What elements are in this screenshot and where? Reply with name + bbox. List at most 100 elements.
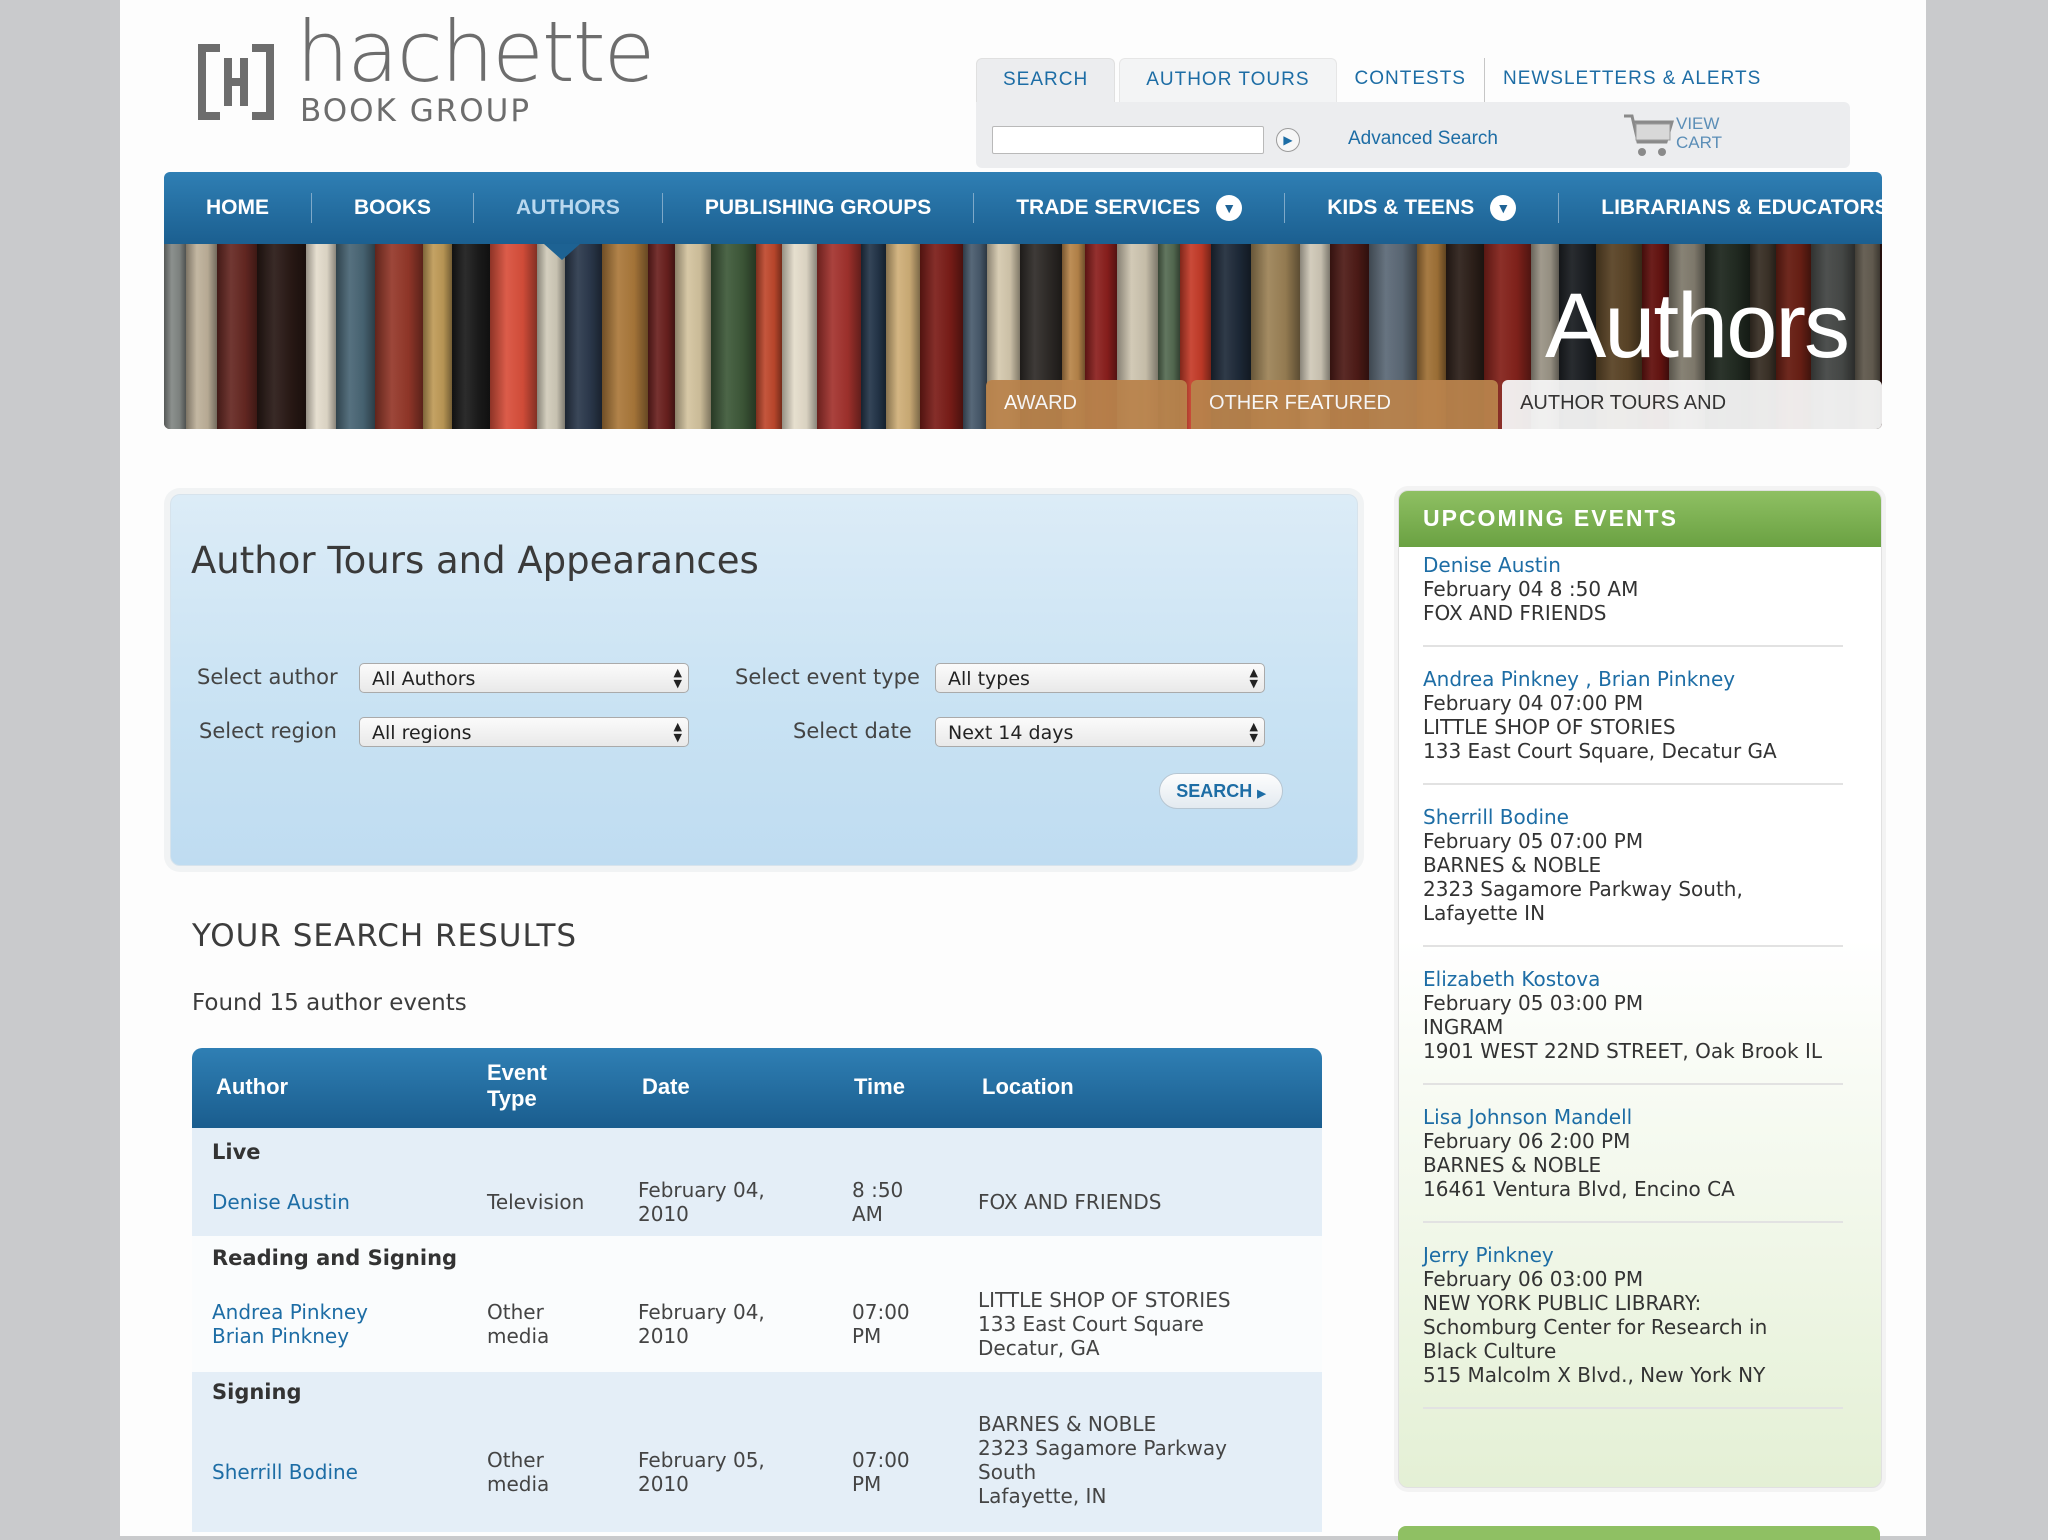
event-when: February 04 8 :50 AM: [1423, 577, 1639, 601]
event-type: Other media: [487, 1448, 549, 1496]
sidebar-header: UPCOMING EVENTS: [1399, 491, 1881, 547]
author-select[interactable]: All Authors ▲ ▼: [359, 663, 689, 693]
event-author-link[interactable]: Sherrill Bodine: [1423, 805, 1873, 829]
advanced-search-link[interactable]: Advanced Search: [1348, 128, 1498, 150]
nav-librarians-educators[interactable]: LIBRARIANS & EDUCATORS: [1559, 193, 1930, 223]
event-type: Other media: [487, 1300, 549, 1348]
upcoming-event: Lisa Johnson Mandell February 06 2:00 PM…: [1423, 1105, 1873, 1201]
nav-authors[interactable]: AUTHORS: [474, 193, 663, 223]
tab-search[interactable]: SEARCH: [976, 58, 1116, 107]
arrow-right-icon: ▶: [1257, 788, 1266, 800]
upcoming-events-sidebar: UPCOMING EVENTS Denise Austin February 0…: [1398, 490, 1882, 1488]
brand-name[interactable]: hachette: [296, 10, 655, 94]
event-location-line2: 133 East Court Square: [978, 1312, 1204, 1336]
nav-trade-services-label: TRADE SERVICES: [1016, 196, 1201, 219]
results-table: Author Event Type Date Time Location Liv…: [192, 1048, 1322, 1532]
event-detail: 1901 WEST 22ND STREET, Oak Brook IL: [1423, 1039, 1823, 1063]
chevron-down-icon[interactable]: ▼: [1490, 195, 1517, 221]
author-select-value: All Authors: [372, 668, 476, 690]
upcoming-event: Sherrill Bodine February 05 07:00 PM BAR…: [1423, 805, 1873, 925]
event-time-line2: PM: [852, 1472, 882, 1496]
event-time-line1: 07:00: [852, 1448, 910, 1472]
select-arrows-icon: ▲ ▼: [1249, 666, 1258, 690]
page: hachette BOOK GROUP SEARCH AUTHOR TOURS …: [120, 0, 1926, 1540]
nav-books[interactable]: BOOKS: [312, 193, 475, 223]
next-sidebar-box-edge: [1398, 1526, 1880, 1540]
event-detail: Schomburg Center for Research in: [1423, 1315, 1768, 1339]
search-input[interactable]: [992, 126, 1264, 154]
author-link[interactable]: Denise Austin: [212, 1190, 350, 1214]
col-time[interactable]: Time: [854, 1074, 905, 1100]
select-arrows-icon: ▲ ▼: [673, 666, 682, 690]
event-author-link[interactable]: Andrea Pinkney , Brian Pinkney: [1423, 667, 1873, 691]
results-heading: YOUR SEARCH RESULTS: [192, 918, 578, 954]
nav-kids-teens[interactable]: KIDS & TEENS ▼: [1285, 193, 1560, 223]
event-detail: LITTLE SHOP OF STORIES: [1423, 715, 1676, 739]
chevron-down-icon[interactable]: ▼: [1216, 195, 1243, 221]
divider: [1423, 645, 1843, 647]
shopping-cart-icon[interactable]: [1622, 112, 1674, 160]
event-detail: 16461 Ventura Blvd, Encino CA: [1423, 1177, 1735, 1201]
author-link[interactable]: Brian Pinkney: [212, 1324, 349, 1348]
table-row: Signing Sherrill Bodine Other media Febr…: [192, 1372, 1322, 1532]
event-time: 07:00 PM: [852, 1300, 910, 1348]
event-author-link[interactable]: Elizabeth Kostova: [1423, 967, 1873, 991]
tab-author-tours[interactable]: AUTHOR TOURS: [1119, 58, 1337, 107]
col-location[interactable]: Location: [982, 1074, 1074, 1100]
nav-home[interactable]: HOME: [164, 193, 312, 223]
event-detail: BARNES & NOBLE: [1423, 853, 1602, 877]
event-location: LITTLE SHOP OF STORIES 133 East Court Sq…: [978, 1288, 1231, 1360]
subtab-award-winners[interactable]: AWARD WINNERS: [986, 380, 1188, 429]
authors-banner: Authors AWARD WINNERS OTHER FEATURED AUT…: [164, 244, 1882, 429]
region-select-value: All regions: [372, 722, 472, 744]
event-type-select[interactable]: All types ▲ ▼: [935, 663, 1265, 693]
hachette-logo-icon[interactable]: [194, 40, 278, 124]
divider: [1423, 1221, 1843, 1223]
nav-trade-services[interactable]: TRADE SERVICES ▼: [974, 193, 1286, 223]
tab-contests[interactable]: CONTESTS: [1337, 58, 1484, 106]
event-time-line2: PM: [852, 1324, 882, 1348]
event-type-select-value: All types: [948, 668, 1030, 690]
search-button-label: SEARCH: [1176, 781, 1253, 801]
event-detail: 133 East Court Square, Decatur GA: [1423, 739, 1777, 763]
author-select-label: Select author: [197, 665, 338, 689]
sidebar-title: UPCOMING EVENTS: [1423, 505, 1678, 531]
event-author-link[interactable]: Denise Austin: [1423, 553, 1873, 577]
event-author-link[interactable]: Lisa Johnson Mandell: [1423, 1105, 1873, 1129]
subtab-other-featured-authors[interactable]: OTHER FEATURED AUTHORS: [1191, 380, 1499, 429]
event-detail: 2323 Sagamore Parkway South,: [1423, 877, 1743, 901]
author-link[interactable]: Andrea Pinkney: [212, 1300, 368, 1324]
date-select-label: Select date: [793, 719, 912, 743]
event-location: BARNES & NOBLE 2323 Sagamore Parkway Sou…: [978, 1412, 1227, 1508]
top-tabs: SEARCH AUTHOR TOURS CONTESTS NEWSLETTERS…: [976, 58, 1779, 107]
col-event-type[interactable]: Event Type: [487, 1060, 547, 1112]
search-button[interactable]: SEARCH ▶: [1159, 773, 1283, 809]
event-date-line2: 2010: [638, 1472, 689, 1496]
event-time: 07:00 PM: [852, 1448, 910, 1496]
event-detail: FOX AND FRIENDS: [1423, 601, 1607, 625]
event-detail: 515 Malcolm X Blvd., New York NY: [1423, 1363, 1766, 1387]
table-header: Author Event Type Date Time Location: [192, 1048, 1322, 1128]
main-nav: HOME BOOKS AUTHORS PUBLISHING GROUPS TRA…: [164, 172, 1889, 244]
event-detail: BARNES & NOBLE: [1423, 1153, 1602, 1177]
event-location-line3: South: [978, 1460, 1037, 1484]
col-author[interactable]: Author: [216, 1074, 288, 1100]
subtab-author-tours[interactable]: AUTHOR TOURS AND APPEARANCES: [1502, 380, 1882, 429]
event-category: Reading and Signing: [212, 1246, 458, 1270]
event-location: FOX AND FRIENDS: [978, 1190, 1162, 1214]
table-row: Reading and Signing Andrea Pinkney Brian…: [192, 1236, 1322, 1372]
nav-publishing-groups[interactable]: PUBLISHING GROUPS: [663, 193, 975, 223]
divider: [1423, 783, 1843, 785]
tab-newsletters-alerts[interactable]: NEWSLETTERS & ALERTS: [1483, 58, 1779, 106]
event-author-link[interactable]: Jerry Pinkney: [1423, 1243, 1873, 1267]
col-date[interactable]: Date: [642, 1074, 690, 1100]
arrow-right-icon[interactable]: ▶: [1276, 128, 1300, 152]
table-row: Live Denise Austin Television February 0…: [192, 1128, 1322, 1236]
region-select[interactable]: All regions ▲ ▼: [359, 717, 689, 747]
event-when: February 06 03:00 PM: [1423, 1267, 1644, 1291]
author-link[interactable]: Sherrill Bodine: [212, 1460, 358, 1484]
view-cart-link[interactable]: VIEW CART: [1676, 114, 1736, 152]
date-select[interactable]: Next 14 days ▲ ▼: [935, 717, 1265, 747]
upcoming-event: Jerry Pinkney February 06 03:00 PM NEW Y…: [1423, 1243, 1873, 1387]
divider: [1423, 945, 1843, 947]
